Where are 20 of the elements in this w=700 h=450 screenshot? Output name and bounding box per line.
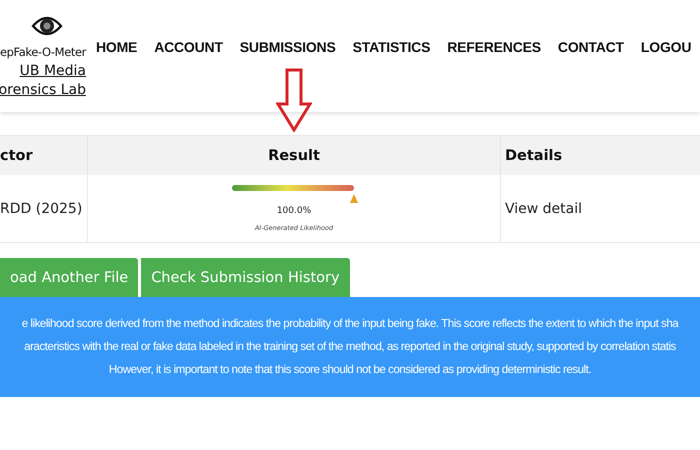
column-header: Result xyxy=(88,136,500,175)
site-name: epFake-O-Meter xyxy=(0,44,86,61)
column-header: Details xyxy=(500,136,700,175)
nav-link[interactable]: LOGOU xyxy=(640,39,692,55)
notice-text: aracteristics with the real or fake data labeled in the training set of the method, as reported in the original study, supported by correlation statis xyxy=(24,339,676,355)
lab-link[interactable]: UB Media xyxy=(20,62,86,81)
nav-link[interactable]: SUBMISSIONS xyxy=(240,39,336,55)
notice-text: e likelihood score derived from the method indicates the probability of the input being fake. This score reflects the extent to which the input sha xyxy=(22,316,678,332)
notice-text: However, it is important to note that this score should not be considered as providing deterministic result. xyxy=(108,362,592,378)
nav-link[interactable]: ACCOUNT xyxy=(154,39,223,55)
nav-link[interactable]: REFERENCES xyxy=(447,39,541,55)
column-header: ctor xyxy=(0,136,88,175)
nav-link[interactable]: HOME xyxy=(96,39,138,55)
marker-icon xyxy=(350,194,358,203)
down-arrow-icon xyxy=(276,68,312,132)
nav-link[interactable]: STATISTICS xyxy=(352,39,430,55)
likelihood-value: 100.0% xyxy=(276,206,312,216)
view-detail-link[interactable]: View detail xyxy=(500,175,700,242)
detector-cell: RDD (2025) xyxy=(0,175,88,242)
nav-link[interactable]: CONTACT xyxy=(558,39,624,55)
